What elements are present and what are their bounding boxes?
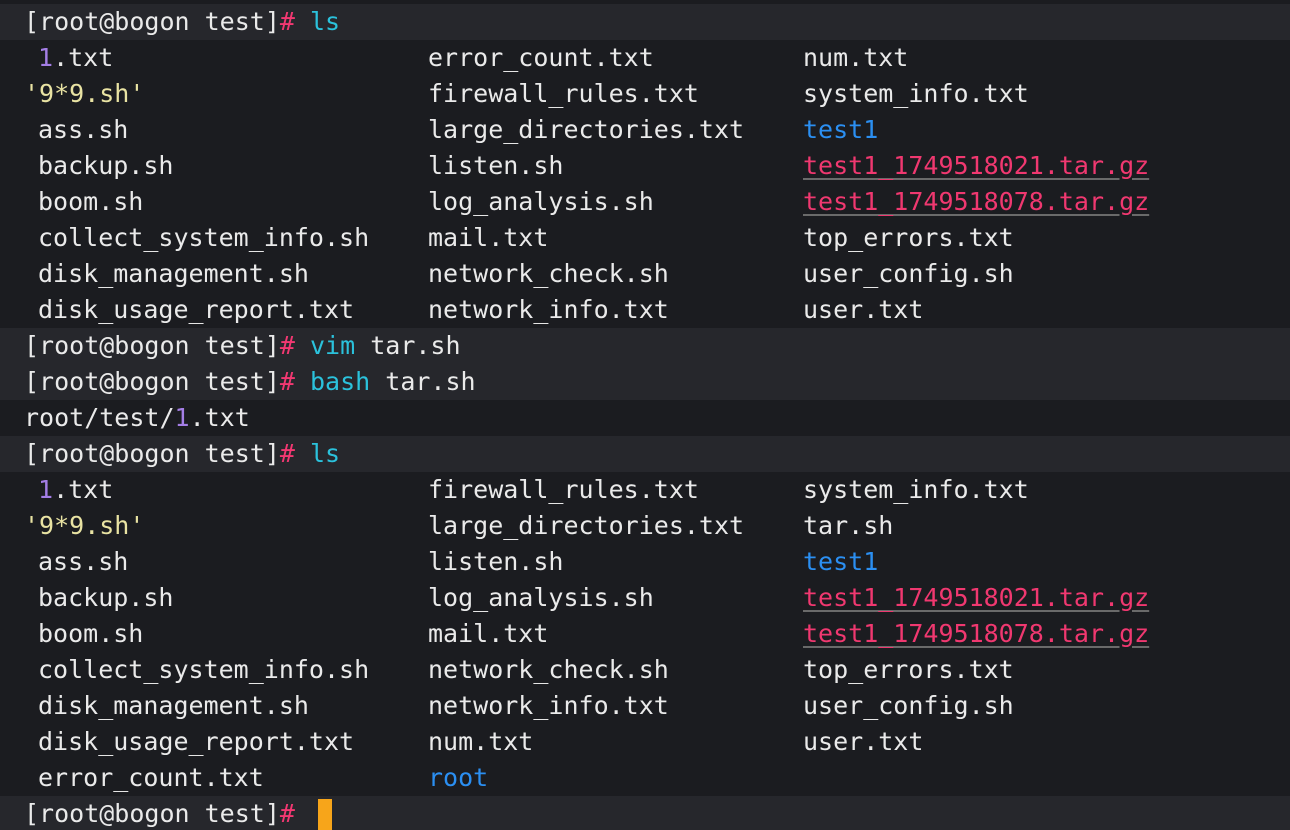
command-text: ls xyxy=(310,439,341,468)
file-entry: firewall_rules.txt xyxy=(428,475,699,504)
listing-row: ass.sh large_directories.txt test1 xyxy=(0,112,1290,148)
file-entry: listen.sh xyxy=(428,547,564,576)
file-entry: error_count.txt xyxy=(38,763,264,792)
file-entry: boom.sh xyxy=(38,187,144,216)
file-entry: top_errors.txt xyxy=(803,223,1014,252)
prompt-text: [root@bogon test] xyxy=(24,367,280,396)
directory-entry: test1 xyxy=(803,547,879,576)
listing-row: error_count.txt root xyxy=(0,760,1290,796)
listing-row: disk_usage_report.txt network_info.txt u… xyxy=(0,292,1290,328)
prompt-text: [root@bogon test] xyxy=(24,331,280,360)
listing-row: boom.sh mail.txt test1_1749518078.tar.gz xyxy=(0,616,1290,652)
file-entry: collect_system_info.sh xyxy=(38,655,370,684)
file-entry: 1.txt xyxy=(38,43,114,72)
file-entry: large_directories.txt xyxy=(428,511,745,540)
file-entry: large_directories.txt xyxy=(428,115,745,144)
directory-entry: root xyxy=(428,763,489,792)
file-entry: user.txt xyxy=(803,295,924,324)
file-entry: user_config.sh xyxy=(803,691,1014,720)
listing-row: '9*9.sh' large_directories.txt tar.sh xyxy=(0,508,1290,544)
file-entry: collect_system_info.sh xyxy=(38,223,370,252)
prompt-hash: # xyxy=(279,7,295,36)
file-entry: disk_usage_report.txt xyxy=(38,295,355,324)
file-entry: num.txt xyxy=(428,727,534,756)
file-entry: disk_usage_report.txt xyxy=(38,727,355,756)
prompt-text: [root@bogon test] xyxy=(24,799,280,828)
prompt-line: [root@bogon test]# ls xyxy=(0,436,1290,472)
terminal-window[interactable]: [root@bogon test]# ls 1.txt error_count.… xyxy=(0,0,1290,830)
prompt-hash: # xyxy=(279,331,295,360)
archive-entry: test1_1749518078.tar.gz xyxy=(803,619,1150,648)
listing-row: collect_system_info.sh mail.txt top_erro… xyxy=(0,220,1290,256)
listing-row: backup.sh log_analysis.sh test1_17495180… xyxy=(0,580,1290,616)
file-entry: 1.txt xyxy=(38,475,114,504)
file-entry: ass.sh xyxy=(38,547,129,576)
directory-entry: test1 xyxy=(803,115,879,144)
file-entry: error_count.txt xyxy=(428,43,654,72)
file-entry: backup.sh xyxy=(38,583,174,612)
file-entry: system_info.txt xyxy=(803,475,1029,504)
output-line: root/test/1.txt xyxy=(24,403,250,432)
file-entry: backup.sh xyxy=(38,151,174,180)
listing-row: ass.sh listen.sh test1 xyxy=(0,544,1290,580)
file-entry: boom.sh xyxy=(38,619,144,648)
file-entry: log_analysis.sh xyxy=(428,583,654,612)
file-entry: log_analysis.sh xyxy=(428,187,654,216)
file-entry: network_check.sh xyxy=(428,655,669,684)
archive-entry: test1_1749518021.tar.gz xyxy=(803,583,1150,612)
command-text: ls xyxy=(310,7,341,36)
file-entry: network_info.txt xyxy=(428,295,669,324)
prompt-hash: # xyxy=(279,439,295,468)
listing-row: backup.sh listen.sh test1_1749518021.tar… xyxy=(0,148,1290,184)
command-text: vim xyxy=(310,331,356,360)
file-entry: disk_management.sh xyxy=(38,691,309,720)
file-entry: tar.sh xyxy=(803,511,894,540)
prompt-text: [root@bogon test] xyxy=(24,7,280,36)
listing-row: disk_management.sh network_check.sh user… xyxy=(0,256,1290,292)
file-entry: firewall_rules.txt xyxy=(428,79,699,108)
file-entry: num.txt xyxy=(803,43,909,72)
prompt-hash: # xyxy=(279,799,295,828)
text-cursor xyxy=(318,799,332,830)
file-entry: user.txt xyxy=(803,727,924,756)
listing-row: disk_management.sh network_info.txt user… xyxy=(0,688,1290,724)
file-entry: top_errors.txt xyxy=(803,655,1014,684)
listing-row: 1.txt error_count.txt num.txt xyxy=(0,40,1290,76)
file-entry: network_info.txt xyxy=(428,691,669,720)
archive-entry: test1_1749518078.tar.gz xyxy=(803,187,1150,216)
listing-row: 1.txt firewall_rules.txt system_info.txt xyxy=(0,472,1290,508)
command-text: bash xyxy=(310,367,371,396)
prompt-text: [root@bogon test] xyxy=(24,439,280,468)
file-entry: mail.txt xyxy=(428,619,549,648)
listing-row: collect_system_info.sh network_check.sh … xyxy=(0,652,1290,688)
active-prompt-line[interactable]: [root@bogon test]# xyxy=(0,796,1290,830)
file-entry: '9*9.sh' xyxy=(24,511,145,540)
prompt-hash: # xyxy=(279,367,295,396)
listing-row: '9*9.sh' firewall_rules.txt system_info.… xyxy=(0,76,1290,112)
file-entry: network_check.sh xyxy=(428,259,669,288)
prompt-line: [root@bogon test]# ls xyxy=(0,4,1290,40)
command-arg: tar.sh xyxy=(370,331,461,360)
file-entry: disk_management.sh xyxy=(38,259,309,288)
command-arg: tar.sh xyxy=(385,367,476,396)
file-entry: listen.sh xyxy=(428,151,564,180)
listing-row: disk_usage_report.txt num.txt user.txt xyxy=(0,724,1290,760)
file-entry: system_info.txt xyxy=(803,79,1029,108)
prompt-line: [root@bogon test]# bash tar.sh xyxy=(0,364,1290,400)
file-entry: user_config.sh xyxy=(803,259,1014,288)
file-entry: mail.txt xyxy=(428,223,549,252)
listing-row: boom.sh log_analysis.sh test1_1749518078… xyxy=(0,184,1290,220)
prompt-line: [root@bogon test]# vim tar.sh xyxy=(0,328,1290,364)
archive-entry: test1_1749518021.tar.gz xyxy=(803,151,1150,180)
file-entry: '9*9.sh' xyxy=(24,79,145,108)
file-entry: ass.sh xyxy=(38,115,129,144)
